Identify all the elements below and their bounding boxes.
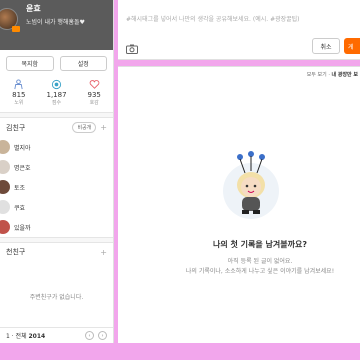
compose-input[interactable]: #해시태그를 넣어서 나만의 생각을 공유해보세요. (예시. #광장꿀팁) — [126, 14, 300, 23]
prev-icon[interactable]: ‹ — [85, 331, 94, 340]
friend-item[interactable]: 토조 — [0, 177, 113, 197]
add-recommend-icon[interactable]: + — [100, 248, 107, 257]
recommend-header: 천친구 + — [0, 243, 113, 261]
friend-avatar — [0, 200, 10, 214]
stat-points-label: 점수 — [51, 100, 62, 106]
profile-header: 윤효 노빔이 내가 행해훔돌♥ — [0, 0, 113, 50]
filter-mine[interactable]: 내 광장만 보 — [332, 72, 358, 78]
left-sidebar: 윤효 노빔이 내가 행해훔돌♥ 복지함 설정 815 노위 1,187 점수 9… — [0, 0, 114, 343]
friend-avatar — [0, 160, 10, 174]
pager-arrows: ‹ › — [85, 331, 107, 340]
welfare-button[interactable]: 복지함 — [6, 56, 54, 71]
friends-title: 김친구 — [6, 123, 26, 132]
friends-header: 김친구 비공개 + — [0, 118, 113, 137]
friend-name: 명은호 — [14, 164, 31, 172]
stat-people-label: 노위 — [14, 100, 24, 106]
pager-text: 1 · 전체 2014 — [6, 333, 46, 340]
stat-people-num: 815 — [12, 91, 26, 99]
recommend-title: 천친구 — [6, 248, 26, 256]
badge-icon — [12, 26, 20, 32]
people-icon — [14, 79, 23, 90]
stat-likes-num: 935 — [87, 91, 101, 99]
feed-panel: 모두 보기 · 내 광장만 보 나의 첫 기록을 남겨볼까요? 아직 등록 된 … — [118, 66, 360, 343]
empty-title: 나의 첫 기록을 남겨볼까요? — [213, 240, 307, 249]
profile-name: 윤효 — [26, 4, 41, 13]
profile-buttons: 복지함 설정 — [0, 50, 113, 75]
camera-icon[interactable] — [126, 44, 138, 54]
recommend-empty: 주변친구가 없습니다. — [29, 293, 84, 301]
next-icon[interactable]: › — [98, 331, 107, 340]
empty-line-2: 나의 기록이나, 소소하게 나누고 싶은 이야기를 남겨보세요! — [185, 268, 335, 275]
friend-name: 별지아 — [14, 144, 31, 152]
recommend-section: 천친구 + 주변친구가 없습니다. — [0, 242, 113, 332]
stat-people[interactable]: 815 노위 — [0, 79, 38, 106]
compose-box[interactable]: #해시태그를 넣어서 나만의 생각을 공유해보세요. (예시. #광장꿀팁) 취… — [118, 0, 360, 60]
stat-likes[interactable]: 935 호감 — [75, 79, 113, 106]
friend-avatar — [0, 140, 10, 154]
empty-line-1: 아직 등록 된 글이 없어요. — [227, 258, 293, 265]
character-illustration — [223, 151, 279, 219]
friend-item[interactable]: 명은호 — [0, 157, 113, 177]
submit-button[interactable]: 게 — [344, 38, 360, 54]
cancel-button[interactable]: 취소 — [312, 38, 340, 54]
friend-item[interactable]: 있을까 — [0, 217, 113, 237]
friend-avatar — [0, 180, 10, 194]
friends-section: 김친구 비공개 + 별지아 명은호 토조 쿠효 있을까 — [0, 117, 113, 238]
coin-icon — [51, 79, 62, 90]
friend-name: 토조 — [14, 184, 26, 192]
friend-item[interactable]: 쿠효 — [0, 197, 113, 217]
pager: 1 · 전체 2014 ‹ › — [0, 327, 113, 343]
friend-name: 있을까 — [14, 224, 31, 232]
stat-likes-label: 호감 — [89, 100, 99, 106]
stat-points[interactable]: 1,187 점수 — [38, 79, 76, 106]
friend-item[interactable]: 별지아 — [0, 137, 113, 157]
add-friend-icon[interactable]: + — [100, 123, 107, 132]
stat-points-num: 1,187 — [46, 91, 67, 99]
profile-status: 노빔이 내가 행해훔돌♥ — [26, 19, 85, 26]
friend-avatar — [0, 220, 10, 234]
feed-filter: 모두 보기 · 내 광장만 보 — [307, 71, 358, 78]
privacy-chip[interactable]: 비공개 — [72, 122, 97, 133]
settings-button[interactable]: 설정 — [59, 56, 107, 71]
friend-name: 쿠효 — [14, 204, 26, 212]
heart-pulse-icon — [89, 80, 100, 89]
filter-all[interactable]: 모두 보기 · — [307, 72, 330, 78]
stats-row: 815 노위 1,187 점수 935 호감 — [0, 75, 113, 113]
